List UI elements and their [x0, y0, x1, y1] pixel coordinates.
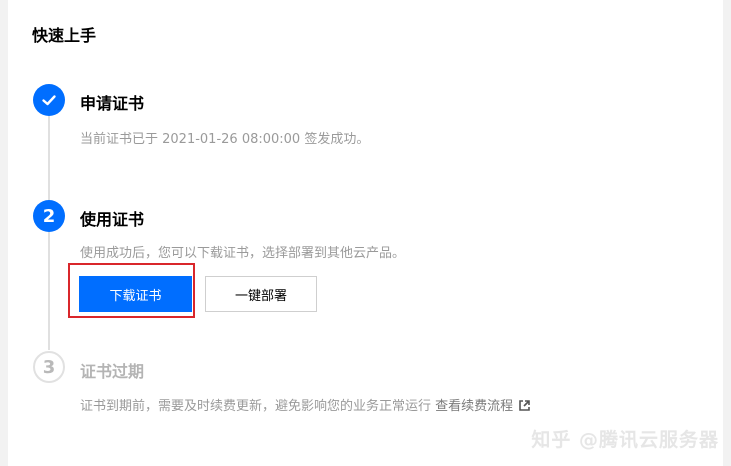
step-connector [48, 116, 50, 200]
step-1-indicator [33, 84, 65, 116]
renewal-process-link[interactable]: 查看续费流程 [435, 399, 513, 414]
external-link-icon[interactable] [518, 399, 531, 416]
download-certificate-button[interactable]: 下载证书 [79, 276, 192, 312]
check-icon [42, 95, 56, 106]
step-1-description: 当前证书已于 2021-01-26 08:00:00 签发成功。 [80, 132, 370, 147]
step-2-description: 使用成功后，您可以下载证书，选择部署到其他云产品。 [80, 246, 406, 261]
step-3-indicator: 3 [33, 351, 65, 383]
one-click-deploy-button[interactable]: 一键部署 [205, 276, 317, 312]
step-2-title: 使用证书 [80, 210, 145, 229]
step-2-indicator: 2 [33, 200, 65, 232]
step-3-title: 证书过期 [80, 362, 145, 381]
step-3-description: 证书到期前，需要及时续费更新，避免影响您的业务正常运行 查看续费流程 [80, 395, 531, 416]
quick-start-panel: 快速上手 申请证书 当前证书已于 2021-01-26 08:00:00 签发成… [8, 0, 723, 466]
step-1-title: 申请证书 [80, 94, 145, 113]
panel-title: 快速上手 [32, 26, 97, 45]
step-connector [48, 232, 50, 350]
watermark: 知乎 @腾讯云服务器 [531, 429, 719, 451]
step-3-description-text: 证书到期前，需要及时续费更新，避免影响您的业务正常运行 [80, 399, 432, 414]
